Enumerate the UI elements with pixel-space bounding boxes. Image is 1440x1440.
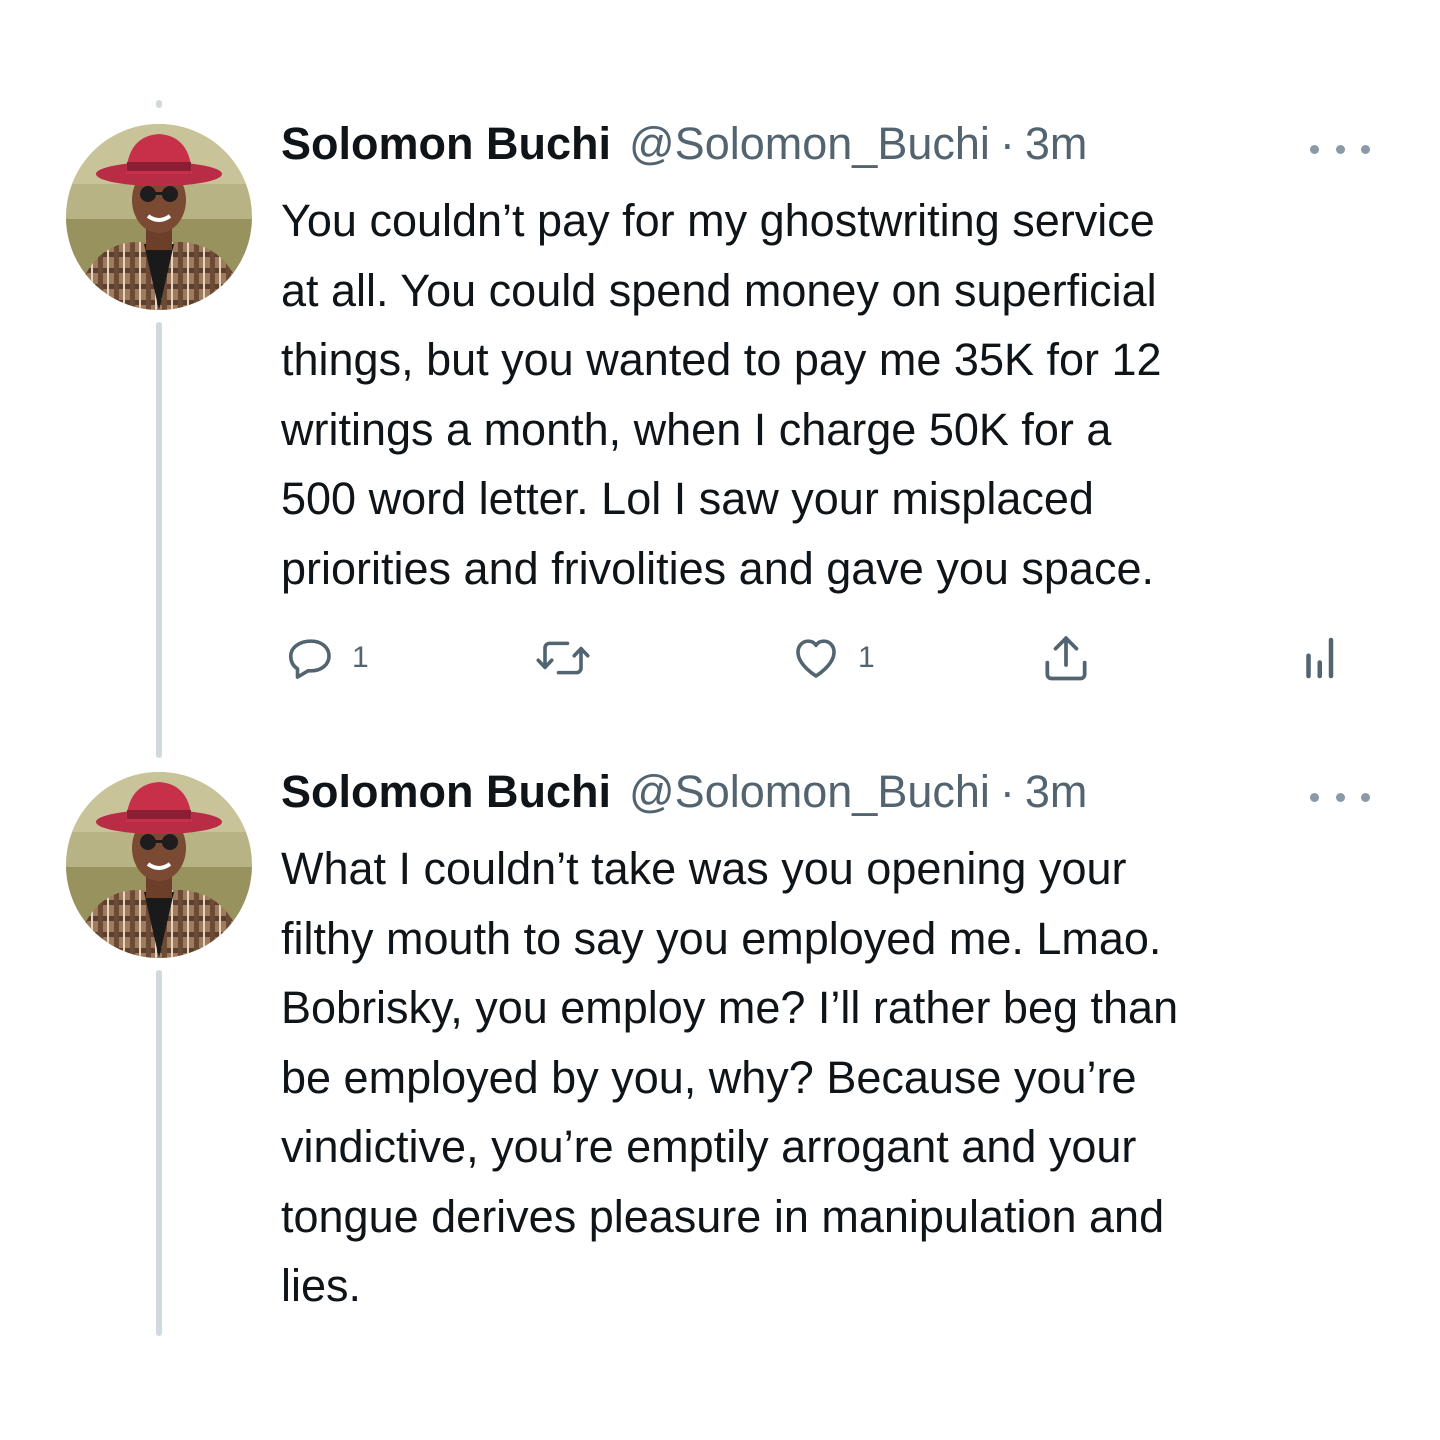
more-icon[interactable] (1310, 134, 1370, 164)
reply-icon (288, 639, 331, 679)
thread-connector-line (156, 322, 162, 758)
reply-count: 1 (352, 641, 369, 674)
tweet-header: Solomon Buchi @Solomon_Buchi · 3m (281, 766, 1087, 826)
avatar[interactable] (66, 772, 252, 958)
avatar[interactable] (66, 124, 252, 310)
more-icon[interactable] (1310, 782, 1370, 812)
separator-dot: · (999, 118, 1015, 169)
reply-button[interactable]: 1 (284, 628, 369, 688)
tweet-text: What I couldn’t take was you opening you… (281, 843, 1179, 1311)
separator-dot: · (999, 766, 1015, 817)
like-count: 1 (858, 641, 875, 674)
tweet-timestamp[interactable]: 3m (1025, 118, 1088, 170)
share-button[interactable] (1038, 628, 1094, 688)
like-button[interactable]: 1 (788, 628, 875, 688)
tweet-header: Solomon Buchi @Solomon_Buchi · 3m (281, 118, 1087, 178)
analytics-icon (1306, 637, 1334, 679)
retweet-button[interactable] (533, 628, 593, 688)
avatar-image (66, 124, 252, 310)
avatar-image (66, 772, 252, 958)
analytics-button[interactable] (1302, 628, 1342, 688)
heart-icon (796, 639, 836, 678)
tweet-text: You couldn’t pay for my ghostwriting ser… (281, 195, 1162, 594)
author-handle[interactable]: @Solomon_Buchi (629, 118, 990, 170)
author-handle[interactable]: @Solomon_Buchi (629, 766, 990, 818)
thread-connector-line (156, 970, 162, 1336)
author-name[interactable]: Solomon Buchi (281, 766, 611, 818)
thread-connector-top (156, 100, 162, 108)
tweet-timestamp[interactable]: 3m (1025, 766, 1088, 818)
retweet-icon (536, 641, 590, 675)
share-icon (1045, 636, 1087, 681)
author-name[interactable]: Solomon Buchi (281, 118, 611, 170)
